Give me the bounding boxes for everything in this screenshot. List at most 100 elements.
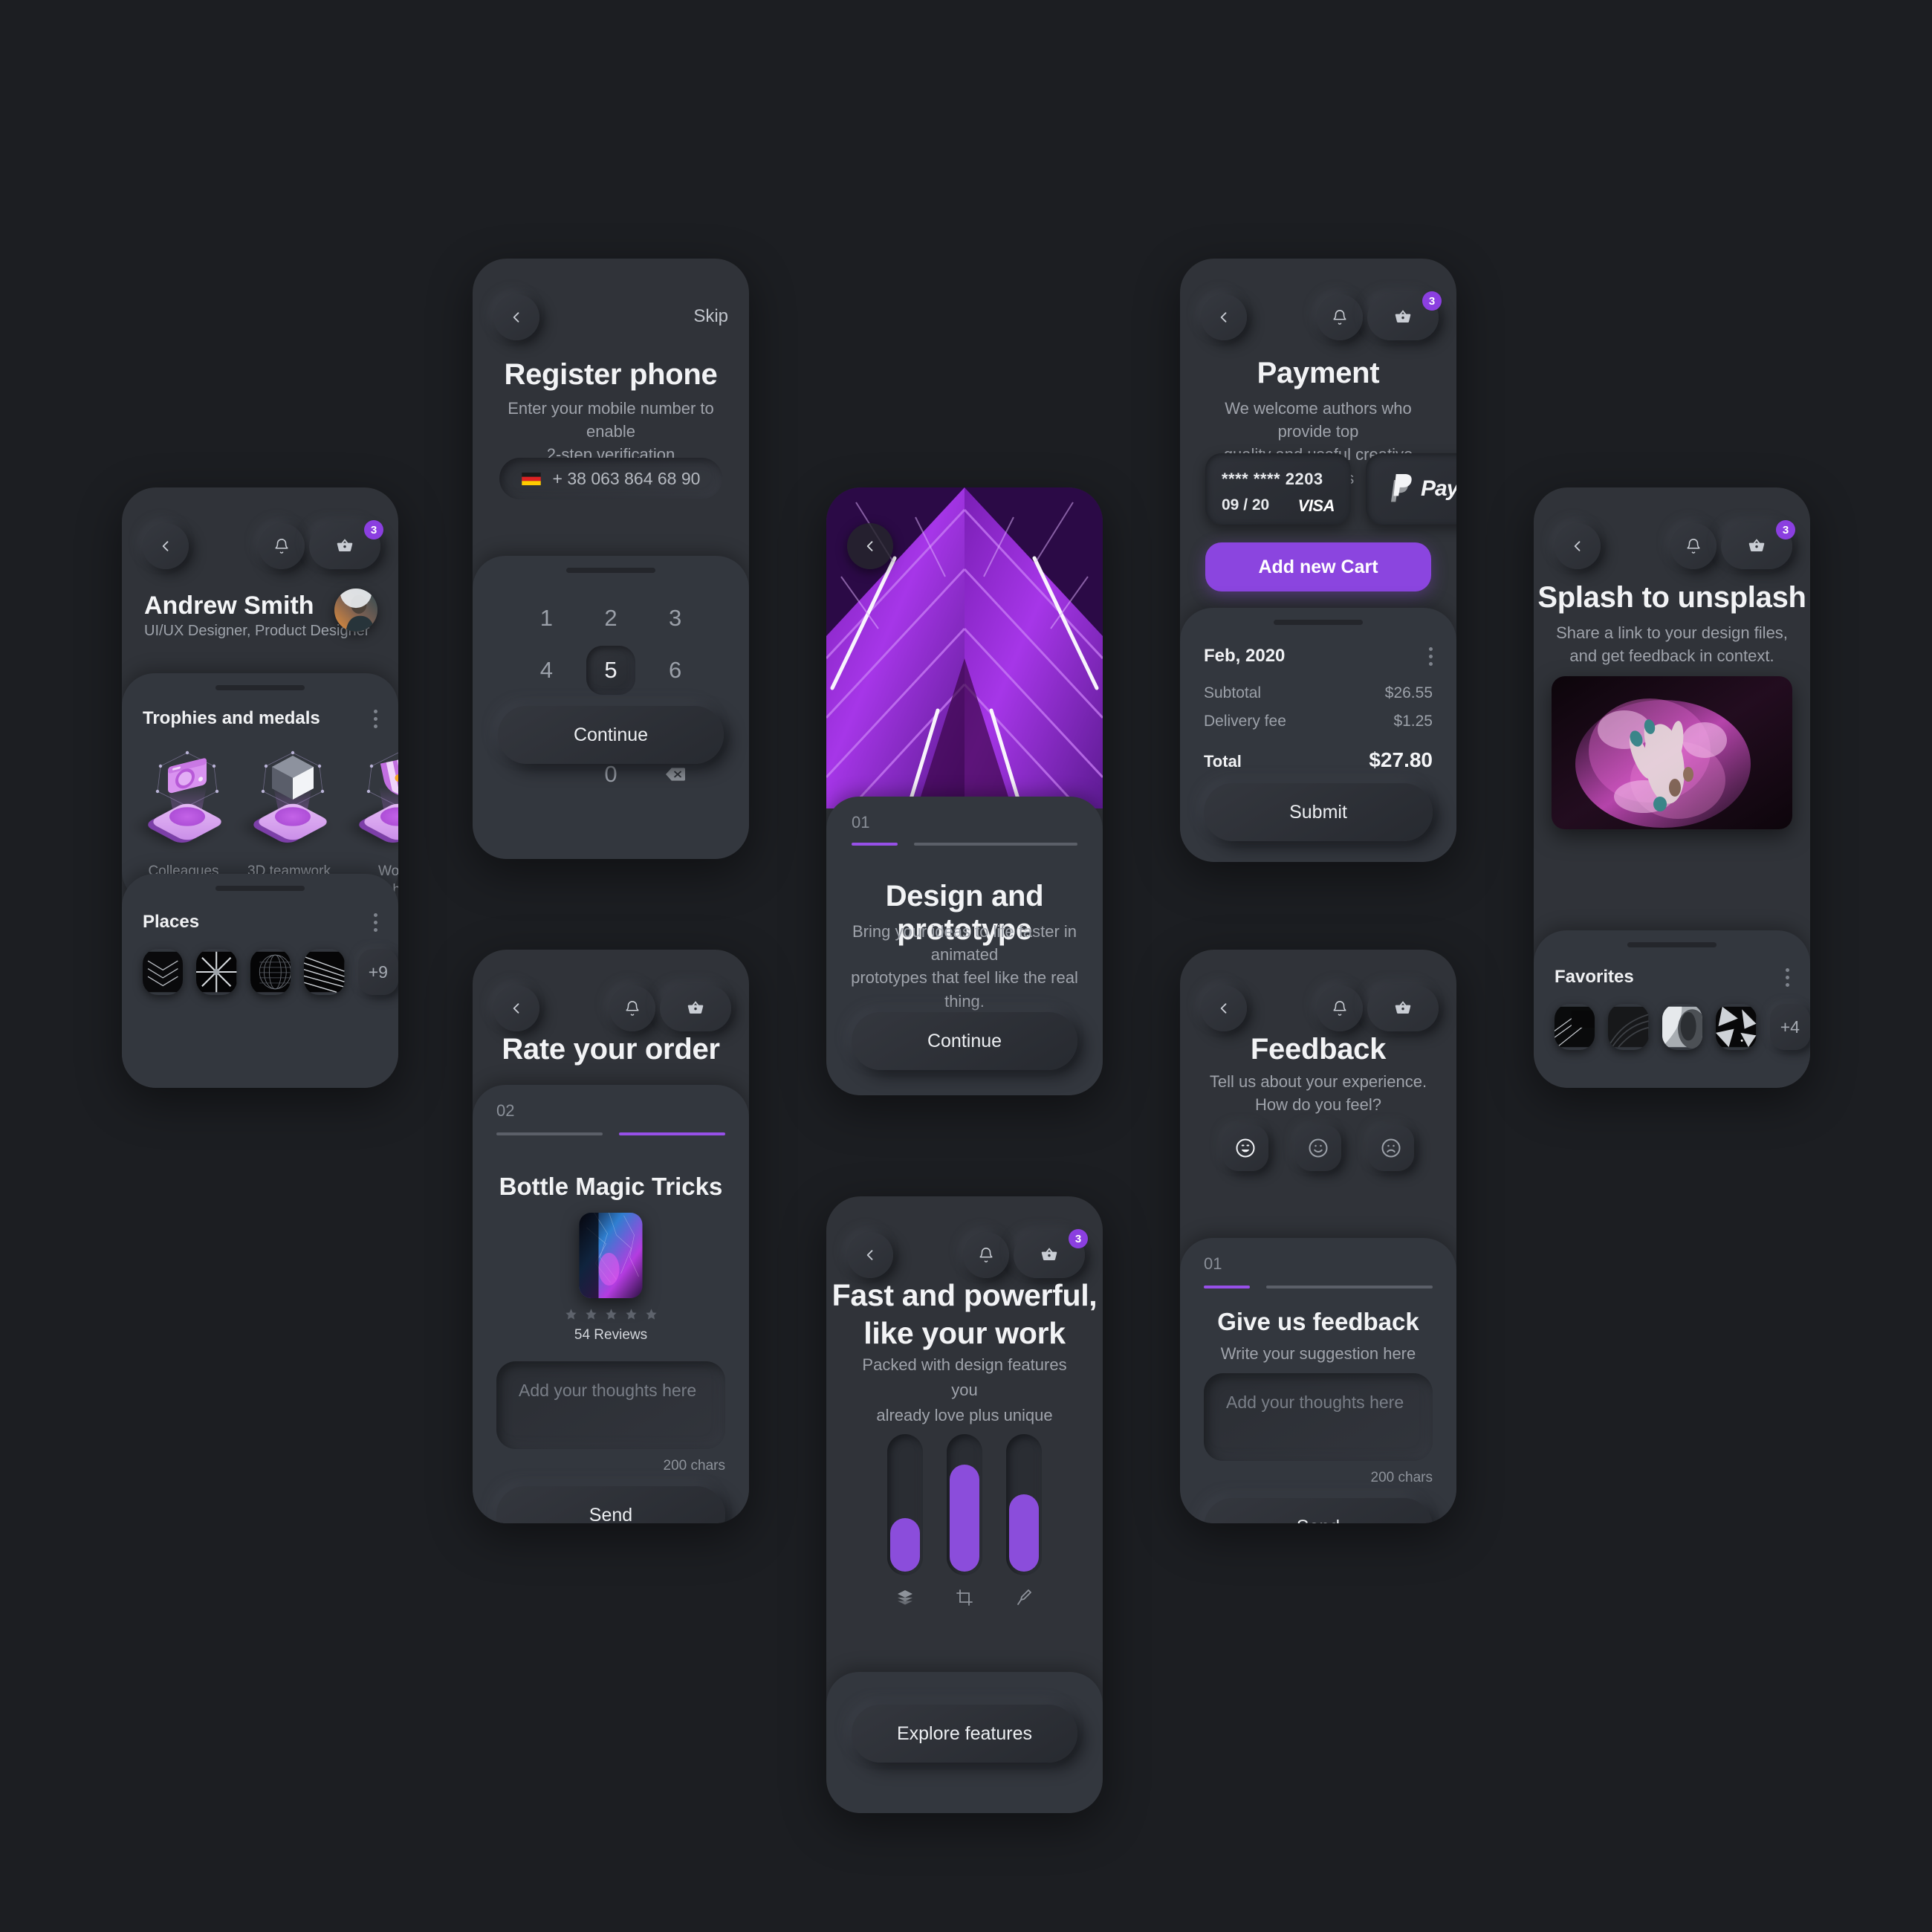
key-3[interactable]: 3 xyxy=(643,594,707,643)
cart-button[interactable]: 3 xyxy=(1367,291,1442,340)
panel-grabber[interactable] xyxy=(1627,942,1717,947)
favorite-tile[interactable] xyxy=(1716,1004,1757,1050)
key-4[interactable]: 4 xyxy=(514,646,579,695)
favorites-more-button[interactable] xyxy=(1786,967,1789,987)
mood-sad-button[interactable] xyxy=(1368,1125,1414,1171)
bell-icon xyxy=(275,539,288,554)
profile-name-text: Andrew Smith xyxy=(144,591,314,620)
hero-image xyxy=(826,487,1103,808)
card-brand: VISA xyxy=(1297,496,1335,515)
trophies-title: Trophies and medals xyxy=(143,708,320,728)
back-button[interactable] xyxy=(847,1232,893,1278)
key-1[interactable]: 1 xyxy=(514,594,579,643)
suggestion-textarea[interactable]: Add your thoughts here xyxy=(1204,1373,1433,1461)
splash-body-line2: and get feedback in context. xyxy=(1569,646,1774,666)
notifications-button[interactable] xyxy=(1317,294,1363,340)
star-icon xyxy=(585,1309,597,1320)
back-button[interactable] xyxy=(493,294,539,340)
summary-row-value: $26.55 xyxy=(1384,684,1433,701)
send-button[interactable]: Send xyxy=(1204,1498,1433,1523)
rate-order-screen: Rate your order 02 Bottle Magic Tricks 5… xyxy=(473,950,749,1523)
paypal-card[interactable]: PayP xyxy=(1366,453,1456,525)
step-line-2 xyxy=(914,843,1077,846)
explore-features-button[interactable]: Explore features xyxy=(852,1705,1077,1763)
features-body: Packed with design features you already … xyxy=(852,1352,1077,1428)
panel-grabber[interactable] xyxy=(215,886,305,891)
trophies-panel: Trophies and medals Colleagues 3D teamwo… xyxy=(122,673,398,904)
features-screen: 3 Fast and powerful, like your work Pack… xyxy=(826,1196,1103,1813)
favorites-title: Favorites xyxy=(1555,967,1634,987)
places-more-button[interactable] xyxy=(374,912,377,932)
slider-crop[interactable] xyxy=(947,1434,982,1575)
bell-icon xyxy=(1333,310,1346,325)
step-line-1 xyxy=(852,843,898,846)
payment-methods-row: **** **** 2203 09 / 20 VISA PayP xyxy=(1205,453,1456,525)
notifications-button[interactable] xyxy=(259,523,305,569)
favorite-tile[interactable] xyxy=(1555,1004,1595,1050)
profile-name: Andrew Smith xyxy=(144,591,314,620)
key-6[interactable]: 6 xyxy=(643,646,707,695)
back-button[interactable] xyxy=(1201,294,1247,340)
notifications-button[interactable] xyxy=(609,985,655,1031)
phone-input[interactable]: + 38 063 864 68 90 xyxy=(499,458,722,499)
skip-button[interactable]: Skip xyxy=(693,306,728,327)
favorite-tile[interactable] xyxy=(1662,1004,1703,1050)
mood-neutral-button[interactable] xyxy=(1295,1125,1341,1171)
summary-more-button[interactable] xyxy=(1429,646,1433,666)
panel-grabber[interactable] xyxy=(215,685,305,690)
slider-pen[interactable] xyxy=(1006,1434,1042,1575)
place-tile[interactable] xyxy=(143,949,184,995)
slider-icons xyxy=(826,1589,1103,1607)
place-tile[interactable] xyxy=(304,949,345,995)
mood-happy-button[interactable] xyxy=(1222,1125,1268,1171)
key-2[interactable]: 2 xyxy=(579,594,644,643)
panel-grabber[interactable] xyxy=(1274,620,1363,625)
favorites-more-tile[interactable]: +4 xyxy=(1769,1004,1810,1050)
back-button[interactable] xyxy=(143,523,189,569)
back-arrow-icon xyxy=(1220,1003,1227,1014)
cart-button[interactable]: 3 xyxy=(1014,1229,1088,1278)
star-rating[interactable] xyxy=(473,1308,749,1320)
notifications-button[interactable] xyxy=(1670,523,1717,569)
submit-button[interactable]: Submit xyxy=(1204,783,1433,841)
place-tile[interactable] xyxy=(250,949,291,995)
continue-button[interactable]: Continue xyxy=(498,706,724,764)
happy-face-icon xyxy=(1236,1138,1255,1158)
places-more-tile[interactable]: +9 xyxy=(357,949,398,995)
back-button[interactable] xyxy=(1201,985,1247,1031)
register-title: Register phone xyxy=(504,358,718,391)
trophies-more-button[interactable] xyxy=(374,709,377,728)
pen-icon[interactable] xyxy=(1015,1589,1033,1607)
step-line-2 xyxy=(619,1132,725,1135)
back-button[interactable] xyxy=(493,985,539,1031)
product-title: Bottle Magic Tricks xyxy=(499,1173,723,1200)
avatar[interactable] xyxy=(334,589,377,632)
cart-button[interactable] xyxy=(660,985,731,1031)
star-icon xyxy=(645,1309,657,1320)
cart-button[interactable] xyxy=(1367,985,1439,1031)
place-tile[interactable] xyxy=(196,949,237,995)
features-body-line1: Packed with design features you xyxy=(862,1355,1067,1400)
cart-button[interactable]: 3 xyxy=(309,520,383,569)
summary-row-label: Delivery fee xyxy=(1204,713,1286,730)
add-new-cart-button[interactable]: Add new Cart xyxy=(1205,542,1431,591)
summary-row-label: Subtotal xyxy=(1204,684,1262,701)
layers-icon[interactable] xyxy=(896,1589,914,1607)
visa-card[interactable]: **** **** 2203 09 / 20 VISA xyxy=(1205,453,1351,525)
crop-icon[interactable] xyxy=(956,1589,973,1607)
notifications-button[interactable] xyxy=(963,1232,1009,1278)
back-button[interactable] xyxy=(847,523,893,569)
send-button[interactable]: Send xyxy=(496,1486,725,1523)
step-line-2 xyxy=(1266,1286,1433,1288)
cart-button[interactable]: 3 xyxy=(1721,520,1795,569)
panel-grabber[interactable] xyxy=(566,568,655,573)
thoughts-textarea[interactable]: Add your thoughts here xyxy=(496,1361,725,1449)
cart-badge: 3 xyxy=(1422,291,1442,311)
notifications-button[interactable] xyxy=(1317,985,1363,1031)
continue-button[interactable]: Continue xyxy=(852,1012,1077,1070)
favorite-tile[interactable] xyxy=(1608,1004,1649,1050)
slider-layers[interactable] xyxy=(887,1434,923,1575)
features-title-line1: Fast and powerful, xyxy=(832,1278,1098,1312)
key-5[interactable]: 5 xyxy=(586,646,635,695)
back-button[interactable] xyxy=(1555,523,1601,569)
